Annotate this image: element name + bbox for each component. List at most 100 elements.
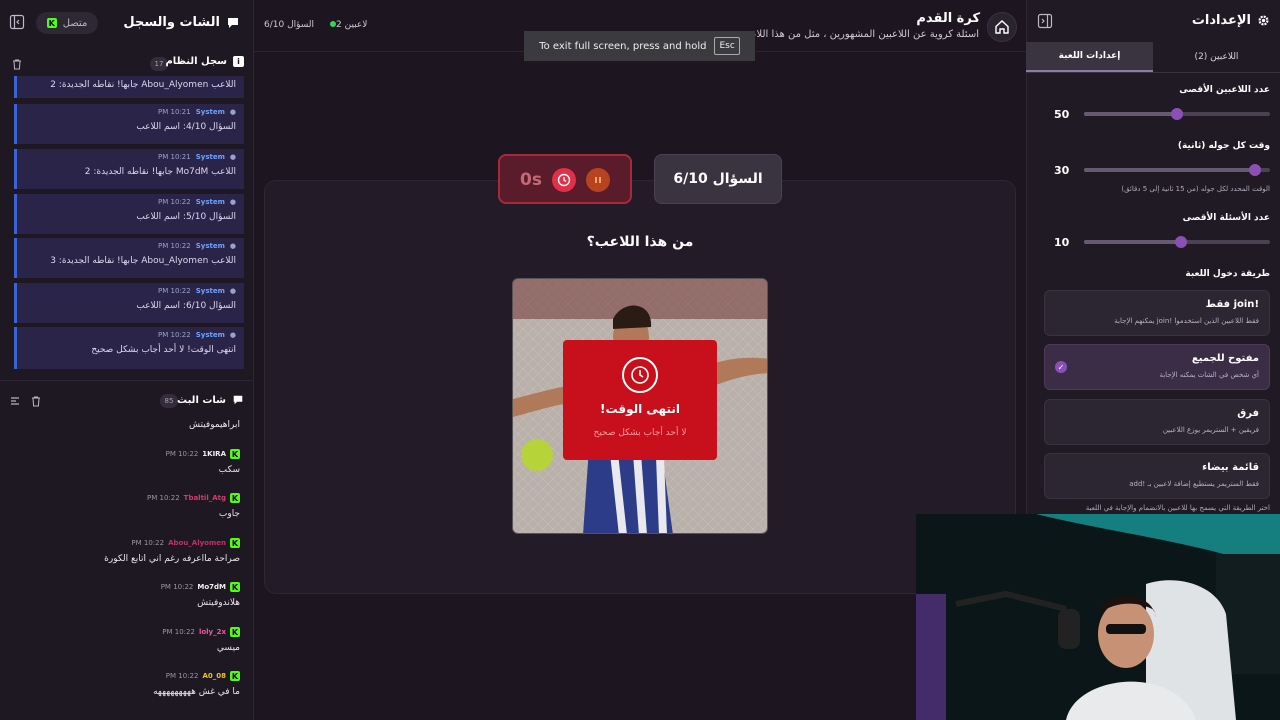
system-message: اللاعب Abou_Alyomen جابها! نقاطه الجديدة… (14, 76, 244, 98)
kick-icon: K (230, 582, 240, 592)
user-icon: ● (229, 153, 236, 161)
trash-icon[interactable] (25, 390, 47, 412)
max-questions-slider[interactable] (1084, 236, 1270, 248)
gear-icon (1258, 15, 1269, 26)
esc-key: Esc (714, 37, 740, 55)
mode-title: مفتوح للجميع (1191, 353, 1259, 364)
max-players-value: 50 (1054, 108, 1070, 121)
round-time-label: وقت كل جوله (ثانية) (1177, 141, 1270, 151)
sender-name: System (195, 331, 225, 339)
sender-name: System (195, 198, 225, 206)
slider-handle[interactable] (1171, 108, 1183, 120)
game-status: السؤال 6/10 2 لاعبين (264, 20, 367, 30)
chat-message: ابراهيموفيتش (8, 420, 240, 430)
tab-players[interactable]: اللاعبين (2) (1153, 42, 1280, 72)
panel-divider (0, 380, 254, 381)
time-up-title: انتهى الوقت! (600, 402, 680, 416)
slider-handle[interactable] (1174, 236, 1187, 248)
mode-title: !join فقط (1205, 299, 1259, 310)
system-message-text: السؤال 5/10: اسم اللاعب (136, 212, 236, 222)
sender-name: System (195, 242, 225, 250)
kick-icon: K (230, 449, 240, 459)
kick-icon: K (230, 627, 240, 637)
chat-message-text: ميسي (216, 643, 240, 653)
question-status: السؤال 6/10 (264, 20, 315, 30)
message-time: 10:22 PM (158, 198, 191, 206)
max-players-slider[interactable] (1084, 108, 1270, 120)
max-questions-value: 10 (1054, 236, 1070, 249)
system-message: ● System 10:22 PM انتهى الوقت! لا أحد أجاب… (14, 327, 244, 369)
filter-icon[interactable] (4, 390, 26, 412)
collapse-panel-icon[interactable] (1034, 10, 1056, 32)
chat-icon (228, 17, 238, 28)
trash-icon[interactable] (6, 53, 28, 75)
user-icon: ● (229, 198, 236, 206)
game-description: أسئلة كروية عن اللاعبين المشهورين ، مثل … (749, 29, 979, 40)
toast-text: To exit full screen, press and hold (539, 40, 707, 52)
entry-method-hint: اختر الطريقة التي يسمح بها للاعبين بالان… (1085, 504, 1270, 512)
connection-status: K متصل (36, 12, 98, 34)
chat-message-text: هلاندوفيتش (197, 598, 240, 608)
home-button[interactable] (987, 12, 1017, 42)
round-time-hint: الوقت المحدد لكل جوله (من 15 ثانية إلى 5… (1121, 185, 1270, 193)
system-message: ● System 10:22 PM السؤال 6/10: اسم اللاعب (14, 283, 244, 323)
slider-handle[interactable] (1249, 164, 1262, 176)
pause-button[interactable] (586, 168, 610, 192)
system-log-header: 17 i سجل النظام (0, 52, 254, 76)
max-questions-label: عدد الأسئلة الأقصى (1182, 213, 1270, 223)
user-icon: ● (229, 108, 236, 116)
chat-message: K 1KIRA 10:22 PM سكب (8, 449, 240, 475)
entry-method-label: طريقة دخول اللعبة (1185, 269, 1270, 279)
collapse-panel-icon[interactable] (6, 11, 28, 33)
mode-description: فقط اللاعبين الذين استخدموا !join يمكنهم… (1114, 317, 1259, 325)
kick-icon: K (46, 18, 57, 28)
time-up-subtitle: لا أحد أجاب بشكل صحيح (593, 428, 687, 438)
chat-icon (233, 395, 243, 405)
settings-tabs: إعدادات اللعبة اللاعبين (2) (1026, 42, 1280, 72)
system-message-text: اللاعب Mo7dM جابها! نقاطه الجديدة: 2 (84, 167, 236, 177)
time-up-overlay: انتهى الوقت! لا أحد أجاب بشكل صحيح (563, 340, 717, 460)
system-message-text: السؤال 4/10: اسم اللاعب (136, 122, 236, 132)
round-time-slider[interactable] (1084, 164, 1270, 176)
check-icon: ✓ (1055, 361, 1067, 373)
settings-title-text: الإعدادات (1191, 13, 1251, 28)
system-message: ● System 10:21 PM اللاعب Mo7dM جابها! نقاط… (14, 149, 244, 189)
chat-message-text: سكب (218, 465, 240, 475)
clock-icon (552, 168, 576, 192)
chat-panel-header: K متصل الشات والسجل (0, 8, 254, 38)
mode-whitelist[interactable]: قائمة بيضاء فقط الستريمر يستطيع إضافة لا… (1044, 453, 1270, 499)
user-icon: ● (229, 331, 236, 339)
mode-title: قائمة بيضاء (1202, 462, 1259, 473)
mode-description: فريقين + الستريمر يوزع اللاعبين (1162, 426, 1259, 434)
message-time: 10:22 PM (160, 583, 194, 591)
sender-name: System (195, 108, 225, 116)
chat-message-text: ابراهيموفيتش (189, 420, 240, 430)
mode-open-to-all[interactable]: ✓ مفتوح للجميع أي شخص في الشات يمكنه الإ… (1044, 344, 1270, 390)
chat-log-panel: K متصل الشات والسجل 17 i سجل النظام اللا… (0, 0, 254, 720)
system-log-title-text: سجل النظام (165, 56, 227, 67)
sender-name: System (195, 287, 225, 295)
sender-name: loly_2x (198, 628, 226, 636)
info-icon: i (233, 56, 244, 67)
mode-join-only[interactable]: !join فقط فقط اللاعبين الذين استخدموا !j… (1044, 290, 1270, 336)
chat-panel-title-text: الشات والسجل (123, 15, 220, 30)
system-message-text: اللاعب Abou_Alyomen جابها! نقاطه الجديدة… (50, 80, 236, 90)
system-message-meta: ● System 10:21 PM (25, 108, 236, 116)
clock-icon (622, 357, 658, 393)
chat-message: K Abou_Alyomen 10:22 PM صراحة مااعرفه رغم … (8, 538, 240, 564)
settings-title: الإعدادات (1192, 13, 1270, 28)
user-icon: ● (229, 287, 236, 295)
system-log-title: i سجل النظام (165, 56, 244, 67)
chat-message: Kloly_2x 10:22 PM ميسي (8, 627, 240, 653)
mode-teams[interactable]: فرق فريقين + الستريمر يوزع اللاعبين (1044, 399, 1270, 445)
max-players-label: عدد اللاعبين الأقصى (1179, 85, 1270, 95)
message-time: 10:22 PM (131, 539, 165, 547)
system-message-text: اللاعب Abou_Alyomen جابها! نقاطه الجديدة… (50, 256, 236, 266)
sender-name: System (195, 153, 225, 161)
stream-chat-title: شات البث (177, 394, 244, 406)
message-time: 10:22 PM (162, 628, 195, 636)
kick-icon: K (230, 493, 240, 503)
tab-game-settings[interactable]: إعدادات اللعبة (1026, 42, 1153, 72)
system-message-meta: ● System 10:22 PM (25, 198, 236, 206)
message-time: 10:22 PM (158, 242, 191, 250)
